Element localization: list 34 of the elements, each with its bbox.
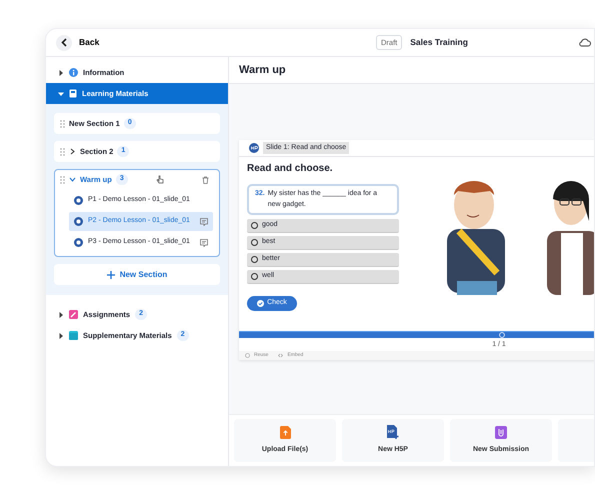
- caret-right-icon: [58, 332, 64, 338]
- caret-right-icon: [58, 70, 64, 76]
- code-icon: [278, 353, 284, 358]
- course-title: Sales Training: [410, 36, 468, 49]
- slider-thumb-icon[interactable]: [499, 332, 505, 338]
- h5p-badge-icon: [74, 238, 83, 247]
- drag-handle-icon[interactable]: [60, 148, 65, 156]
- h5p-badge-icon: [74, 217, 83, 226]
- trash-icon[interactable]: [202, 176, 209, 184]
- h5p-badge-icon: [74, 196, 83, 205]
- drag-handle-icon[interactable]: [60, 176, 65, 184]
- h5p-file-add-icon: [387, 425, 399, 440]
- h5p-logo-icon: [249, 143, 259, 153]
- reuse-icon: [245, 353, 250, 358]
- upload-file-icon: [280, 426, 290, 439]
- new-section-button[interactable]: New Section: [54, 264, 220, 285]
- caret-down-icon: [58, 90, 64, 96]
- check-circle-icon: [257, 300, 264, 307]
- pencil-page-icon: [69, 310, 78, 319]
- back-button[interactable]: Back: [56, 34, 100, 50]
- plus-icon: [106, 270, 115, 278]
- caret-right-icon: [58, 312, 64, 318]
- book-icon: [69, 89, 77, 98]
- chevron-down-icon[interactable]: [69, 176, 76, 183]
- drag-handle-icon[interactable]: [60, 120, 65, 128]
- comment-icon[interactable]: [200, 238, 208, 246]
- info-icon: [69, 68, 78, 77]
- folder-icon: [69, 331, 78, 340]
- paperclip-icon: [495, 426, 507, 439]
- comment-icon[interactable]: [200, 218, 208, 226]
- cloud-icon[interactable]: [579, 38, 591, 47]
- hand-cursor-icon: [156, 175, 164, 184]
- slide-heading: Read and choose.: [247, 162, 334, 176]
- chevron-right-icon[interactable]: [69, 148, 76, 155]
